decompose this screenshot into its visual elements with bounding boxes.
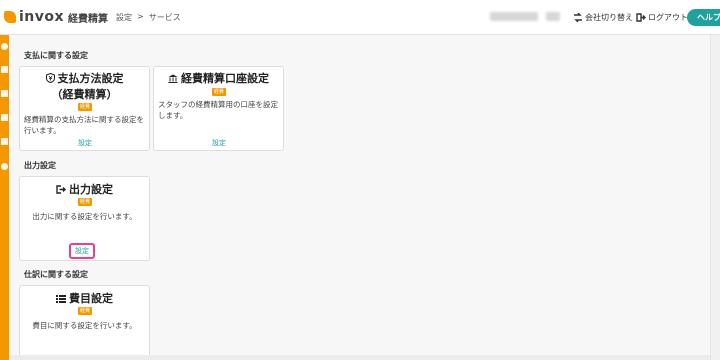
company-name-blurred (490, 12, 538, 21)
card-bank-account-title: 経費精算口座設定 (154, 71, 283, 87)
card-output-description: 出力に関する設定を行います。 (32, 212, 137, 221)
card-bank-account: 経費精算口座設定 経費 スタッフの経費精算用の口座を設定します。 設定 (153, 66, 284, 151)
bank-icon (168, 72, 178, 87)
export-icon (56, 183, 66, 198)
section-title-payment: 支払に関する設定 (24, 51, 88, 60)
breadcrumb-separator: > (137, 12, 144, 21)
switch-company-label: 会社切り替え (585, 13, 633, 22)
sidebar (0, 35, 9, 360)
card-payment-method-title-line2: （経費精算） (51, 88, 118, 101)
card-output-title: 出力設定 (20, 182, 149, 198)
card-expense-item-description: 費目に関する設定を行います。 (32, 321, 137, 330)
vertical-scrollbar[interactable] (710, 35, 720, 360)
switch-arrows-icon (574, 13, 582, 22)
card-output: 出力設定 経費 出力に関する設定を行います。 設定 (19, 176, 150, 261)
expense-badge: 経費 (78, 103, 92, 111)
card-bank-account-description: スタッフの経費精算用の口座を設定します。 (158, 100, 278, 120)
sidebar-item-home-icon[interactable] (1, 43, 8, 50)
sidebar-item-expense-icon[interactable] (1, 66, 8, 73)
help-button[interactable]: ヘルプ (687, 9, 720, 26)
sidebar-item-document-icon[interactable] (1, 90, 8, 97)
card-expense-item: 費目設定 経費 費目に関する設定を行います。 (19, 285, 150, 360)
switch-company-button[interactable]: 会社切り替え (573, 12, 633, 23)
expense-badge: 経費 (212, 88, 226, 96)
card-output-settings-link[interactable]: 設定 (69, 243, 95, 259)
card-expense-item-title-text: 費目設定 (69, 292, 113, 305)
logo-text: invox (19, 8, 65, 25)
sidebar-item-settings-icon[interactable] (1, 163, 8, 170)
card-payment-method-title: 支払方法設定 （経費精算） (20, 71, 149, 102)
card-payment-method-description: 経費精算の支払方法に関する設定を行います。 (24, 115, 144, 135)
section-title-output: 出力設定 (24, 161, 56, 170)
sidebar-item-report-icon[interactable] (1, 138, 8, 145)
app-header: invox 経費精算 設定 > サービス 会社切り替え ログアウト ヘルプ (0, 0, 720, 35)
user-name-blurred (546, 12, 560, 21)
section-title-journal: 仕訳に関する設定 (24, 270, 88, 279)
card-bank-account-title-text: 経費精算口座設定 (181, 72, 269, 85)
card-bank-account-settings-link[interactable]: 設定 (212, 138, 226, 148)
logout-button[interactable]: ログアウト (636, 12, 688, 23)
card-payment-method: 支払方法設定 （経費精算） 経費 経費精算の支払方法に関する設定を行います。 設… (19, 66, 150, 151)
list-icon (56, 292, 66, 307)
expense-badge: 経費 (78, 198, 92, 206)
app-logo[interactable]: invox 経費精算 (4, 8, 108, 25)
logout-icon (636, 13, 646, 22)
card-payment-method-settings-link[interactable]: 設定 (78, 138, 92, 148)
card-payment-method-title-line1: 支払方法設定 (57, 72, 124, 85)
breadcrumb: 設定 > サービス (116, 12, 181, 23)
sidebar-item-workflow-icon[interactable] (1, 114, 8, 121)
expense-badge: 経費 (78, 307, 92, 315)
logo-mark-icon (4, 10, 16, 23)
logout-label: ログアウト (648, 13, 688, 22)
horizontal-scrollbar[interactable] (9, 355, 710, 360)
breadcrumb-service: サービス (148, 13, 181, 22)
card-expense-item-title: 費目設定 (20, 291, 149, 307)
logo-subtitle: 経費精算 (68, 14, 109, 25)
breadcrumb-settings[interactable]: 設定 (116, 12, 132, 23)
card-output-title-text: 出力設定 (69, 183, 113, 196)
shield-yen-icon (45, 72, 55, 87)
